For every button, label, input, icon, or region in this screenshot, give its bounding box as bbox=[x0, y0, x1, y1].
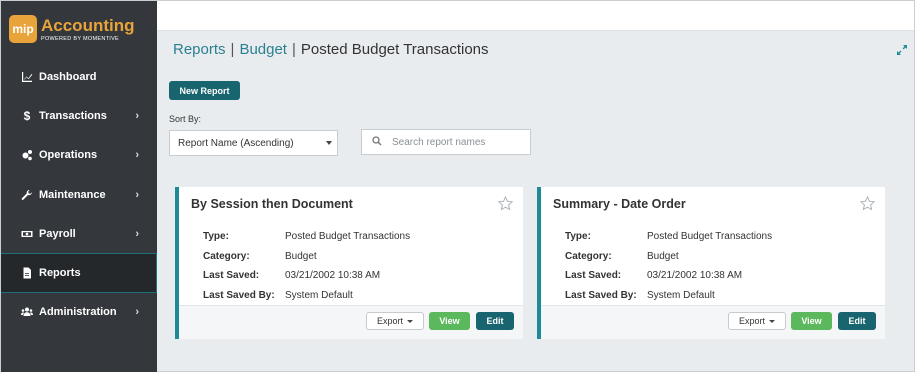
sidebar-item-label: Transactions bbox=[39, 109, 107, 122]
field-last-saved-by: Last Saved By: System Default bbox=[203, 289, 353, 301]
report-card-details: Type: Posted Budget Transactions Category… bbox=[203, 227, 410, 305]
sidebar-item-operations[interactable]: Operations › bbox=[1, 136, 157, 175]
search-box[interactable] bbox=[361, 129, 531, 155]
field-last-saved: Last Saved: 03/21/2002 10:38 AM bbox=[203, 270, 381, 282]
sidebar: mip Accounting POWERED BY MOMENTIVE Dash… bbox=[1, 1, 157, 372]
search-input[interactable] bbox=[392, 136, 522, 148]
field-last-saved: Last Saved: 03/21/2002 10:38 AM bbox=[565, 270, 743, 282]
sidebar-item-payroll[interactable]: Payroll › bbox=[1, 214, 157, 253]
sidebar-item-dashboard[interactable]: Dashboard bbox=[1, 57, 157, 96]
file-icon bbox=[21, 267, 33, 279]
breadcrumb-separator: | bbox=[230, 41, 235, 58]
top-bar bbox=[157, 1, 914, 31]
sidebar-item-label: Maintenance bbox=[39, 188, 106, 201]
export-button[interactable]: Export bbox=[728, 312, 786, 330]
report-card-title[interactable]: By Session then Document bbox=[191, 197, 353, 211]
caret-down-icon bbox=[407, 319, 413, 323]
sidebar-item-label: Operations bbox=[39, 149, 98, 162]
breadcrumb-separator: | bbox=[291, 41, 296, 58]
sidebar-item-label: Dashboard bbox=[39, 70, 97, 83]
breadcrumb: Reports | Budget | Posted Budget Transac… bbox=[173, 41, 489, 58]
logo-title: Accounting bbox=[41, 15, 135, 35]
field-type: Type: Posted Budget Transactions bbox=[565, 231, 773, 243]
report-card-title[interactable]: Summary - Date Order bbox=[553, 197, 686, 211]
sidebar-item-maintenance[interactable]: Maintenance › bbox=[1, 175, 157, 214]
report-card-details: Type: Posted Budget Transactions Category… bbox=[565, 227, 772, 305]
sort-select-value: Report Name (Ascending) bbox=[178, 137, 294, 149]
breadcrumb-link-reports[interactable]: Reports bbox=[173, 41, 226, 58]
sort-select[interactable]: Report Name (Ascending) bbox=[169, 130, 338, 156]
chevron-right-icon: › bbox=[135, 227, 139, 240]
cogs-icon bbox=[21, 149, 33, 161]
report-card: By Session then Document Type: Posted Bud… bbox=[175, 187, 523, 339]
sidebar-item-label: Administration bbox=[39, 306, 117, 319]
chevron-right-icon: › bbox=[135, 149, 139, 162]
chart-line-icon bbox=[21, 71, 33, 83]
dollar-icon: $ bbox=[23, 108, 31, 123]
page-title: Posted Budget Transactions bbox=[300, 41, 489, 58]
star-icon[interactable] bbox=[497, 195, 514, 211]
export-button[interactable]: Export bbox=[366, 312, 424, 330]
sidebar-nav: Dashboard $ Transactions › Operations › … bbox=[1, 57, 157, 332]
new-report-button[interactable]: New Report bbox=[169, 81, 240, 100]
money-icon bbox=[21, 228, 33, 240]
star-icon[interactable] bbox=[859, 195, 876, 211]
report-card: Summary - Date Order Type: Posted Budget … bbox=[537, 187, 885, 339]
users-icon bbox=[21, 306, 33, 318]
sort-label: Sort By: bbox=[169, 114, 202, 124]
chevron-right-icon: › bbox=[135, 109, 139, 122]
edit-button[interactable]: Edit bbox=[838, 312, 876, 330]
field-type: Type: Posted Budget Transactions bbox=[203, 231, 411, 243]
field-category: Category: Budget bbox=[203, 250, 317, 262]
chevron-right-icon: › bbox=[135, 188, 139, 201]
app-logo[interactable]: mip Accounting POWERED BY MOMENTIVE bbox=[1, 1, 157, 57]
field-category: Category: Budget bbox=[565, 250, 679, 262]
search-icon bbox=[372, 133, 382, 151]
wrench-icon bbox=[21, 189, 33, 201]
sidebar-item-label: Reports bbox=[39, 267, 81, 280]
sidebar-item-administration[interactable]: Administration › bbox=[1, 293, 157, 332]
logo-badge: mip bbox=[9, 15, 37, 43]
edit-button[interactable]: Edit bbox=[476, 312, 514, 330]
caret-down-icon bbox=[326, 141, 332, 145]
caret-down-icon bbox=[769, 319, 775, 323]
view-button[interactable]: View bbox=[429, 312, 470, 330]
breadcrumb-link-budget[interactable]: Budget bbox=[239, 41, 287, 58]
expand-icon[interactable] bbox=[896, 43, 908, 55]
sidebar-item-label: Payroll bbox=[39, 227, 76, 240]
report-card-footer: Export View Edit bbox=[541, 305, 885, 339]
field-last-saved-by: Last Saved By: System Default bbox=[565, 289, 715, 301]
sidebar-item-transactions[interactable]: $ Transactions › bbox=[1, 96, 157, 135]
report-card-footer: Export View Edit bbox=[179, 305, 523, 339]
logo-subtitle: POWERED BY MOMENTIVE bbox=[41, 35, 120, 42]
chevron-right-icon: › bbox=[135, 306, 139, 319]
sidebar-item-reports[interactable]: Reports bbox=[1, 253, 157, 293]
view-button[interactable]: View bbox=[791, 312, 832, 330]
